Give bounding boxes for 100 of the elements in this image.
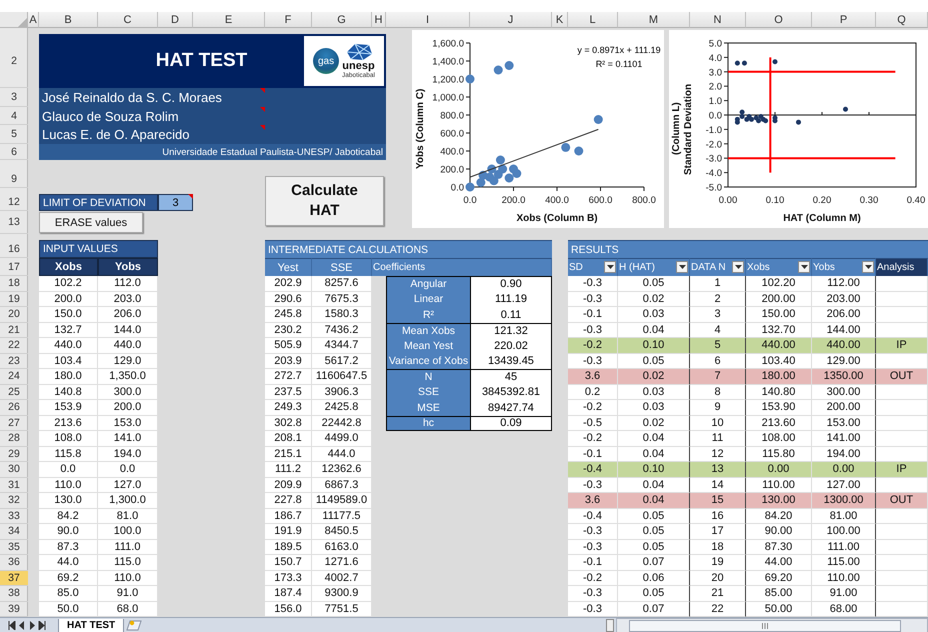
- caret-icon: [678, 265, 686, 269]
- column-header[interactable]: D: [158, 12, 193, 28]
- sheet-tab[interactable]: HAT TEST: [58, 618, 124, 632]
- table-cell: -0.3: [568, 478, 618, 493]
- coefficient-value: 13439.45: [470, 354, 552, 369]
- row-header[interactable]: 6: [0, 144, 28, 160]
- column-header[interactable]: J: [470, 12, 552, 28]
- coefficient-value: 220.02: [470, 338, 552, 354]
- split-handle[interactable]: [606, 619, 614, 632]
- filter-dropdown-button[interactable]: [798, 261, 810, 273]
- row-header[interactable]: 9: [0, 170, 28, 188]
- column-header[interactable]: F: [265, 12, 312, 28]
- column-header[interactable]: M: [618, 12, 690, 28]
- table-cell: 7436.2: [312, 322, 372, 338]
- row-header[interactable]: 29: [0, 446, 28, 462]
- column-header[interactable]: O: [746, 12, 812, 28]
- calculate-button[interactable]: Calculate HAT: [265, 176, 384, 226]
- previous-sheet-icon[interactable]: [18, 621, 26, 630]
- column-header[interactable]: I: [386, 12, 470, 28]
- row-header[interactable]: 35: [0, 540, 28, 555]
- table-cell: -0.1: [568, 555, 618, 570]
- row-header[interactable]: 19: [0, 292, 28, 307]
- tick-label: 0.00: [718, 195, 738, 206]
- trendline-equation: R² = 0.1101: [596, 59, 642, 69]
- data-point: [772, 59, 778, 64]
- coefficient-label: R²: [386, 307, 470, 322]
- table-cell: 0.05: [618, 354, 690, 369]
- filter-dropdown-button[interactable]: [604, 261, 616, 273]
- table-cell: 141.0: [98, 431, 158, 446]
- row-header[interactable]: 24: [0, 369, 28, 384]
- column-header[interactable]: A: [28, 12, 39, 28]
- new-sheet-icon[interactable]: [126, 620, 142, 631]
- tick-label: 1,600.0: [432, 38, 464, 50]
- row-header[interactable]: 13: [0, 211, 28, 234]
- tick-label: 600.0: [588, 195, 612, 206]
- row-header[interactable]: 31: [0, 478, 28, 493]
- tick-label: 0.0: [708, 110, 722, 122]
- column-header[interactable]: L: [568, 12, 618, 28]
- data-point: [594, 115, 603, 124]
- column-header[interactable]: B: [39, 12, 98, 28]
- column-header[interactable]: G: [312, 12, 372, 28]
- row-header[interactable]: 34: [0, 524, 28, 540]
- erase-button[interactable]: ERASE values: [39, 212, 143, 233]
- row-header[interactable]: 5: [0, 125, 28, 144]
- limit-value-cell[interactable]: 3: [158, 194, 193, 211]
- table-cell: 21: [690, 586, 746, 602]
- filter-dropdown-button[interactable]: [862, 261, 874, 273]
- row-header[interactable]: 21: [0, 322, 28, 338]
- table-cell: 230.2: [265, 322, 312, 338]
- column-header[interactable]: H: [372, 12, 386, 28]
- table-cell: 108.0: [39, 431, 98, 446]
- table-cell: 206.00: [812, 307, 876, 322]
- row-header[interactable]: 16: [0, 240, 28, 258]
- row-header[interactable]: 4: [0, 107, 28, 125]
- data-point: [561, 142, 570, 152]
- column-header[interactable]: Q: [876, 12, 928, 28]
- table-cell: 17: [690, 524, 746, 540]
- column-header: Analysis: [876, 258, 928, 276]
- table-cell: 0.00: [812, 462, 876, 478]
- last-sheet-icon[interactable]: [38, 621, 46, 630]
- coefficient-label: hc: [386, 416, 470, 431]
- data-point: [742, 60, 747, 66]
- row-header[interactable]: 2: [0, 34, 28, 88]
- row-header[interactable]: 3: [0, 88, 28, 107]
- row-header[interactable]: 33: [0, 508, 28, 524]
- table-cell: 213.6: [39, 416, 98, 431]
- column-header[interactable]: K: [552, 12, 568, 28]
- table-cell: 111.2: [265, 462, 312, 478]
- row-header[interactable]: 28: [0, 431, 28, 446]
- tick-label: -4.0: [706, 168, 722, 180]
- table-cell: -0.3: [568, 524, 618, 540]
- horizontal-scrollbar[interactable]: [616, 618, 928, 632]
- column-header[interactable]: P: [812, 12, 876, 28]
- table-cell: 227.8: [265, 493, 312, 508]
- row-header[interactable]: 30: [0, 462, 28, 478]
- first-sheet-icon[interactable]: [8, 621, 16, 630]
- table-cell: 0.02: [618, 369, 690, 384]
- row-header[interactable]: 23: [0, 354, 28, 369]
- filter-dropdown-button[interactable]: [732, 261, 744, 273]
- column-header[interactable]: E: [193, 12, 265, 28]
- row-header[interactable]: 18: [0, 276, 28, 292]
- row-header[interactable]: 37: [0, 570, 28, 586]
- tick-label: 200.0: [502, 195, 526, 206]
- column-header[interactable]: C: [98, 12, 158, 28]
- table-cell: 1350.00: [812, 369, 876, 384]
- tick-label: 0.10: [766, 195, 784, 206]
- row-header[interactable]: 26: [0, 400, 28, 416]
- column-header[interactable]: N: [690, 12, 746, 28]
- row-header[interactable]: 22: [0, 338, 28, 354]
- row-header[interactable]: 32: [0, 493, 28, 508]
- row-header[interactable]: 12: [0, 194, 28, 211]
- row-header[interactable]: 17: [0, 258, 28, 276]
- filter-dropdown-button[interactable]: [676, 261, 688, 273]
- row-header[interactable]: 25: [0, 384, 28, 400]
- next-sheet-icon[interactable]: [28, 621, 36, 630]
- row-header[interactable]: 20: [0, 307, 28, 322]
- row-header[interactable]: 38: [0, 586, 28, 602]
- scrollbar-thumb[interactable]: [629, 620, 901, 632]
- comment-indicator-icon[interactable]: [188, 194, 193, 199]
- row-header[interactable]: 27: [0, 416, 28, 431]
